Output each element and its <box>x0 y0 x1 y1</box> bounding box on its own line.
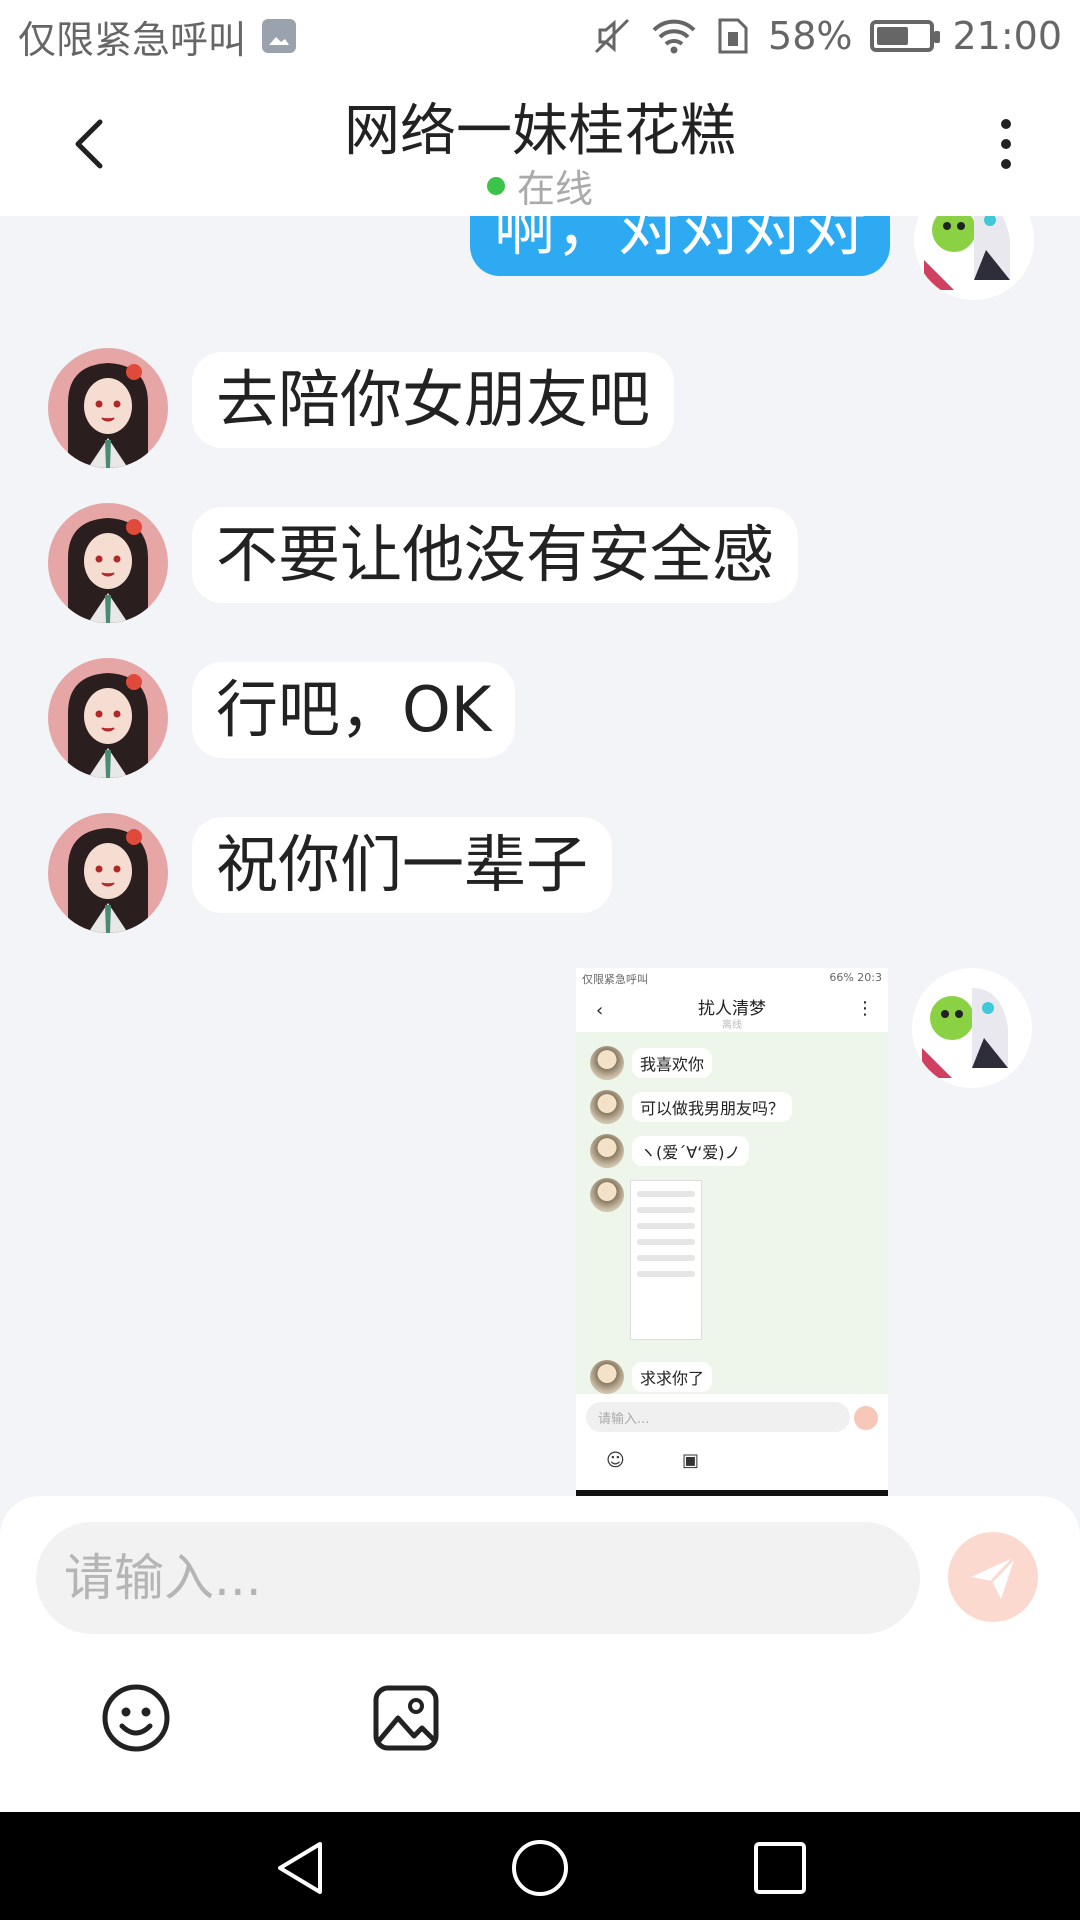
online-dot <box>486 176 505 195</box>
status-bar: 仅限紧急呼叫 58% 21:00 <box>0 0 1080 72</box>
image-notification-icon <box>262 19 297 53</box>
image-avatar <box>590 1178 624 1212</box>
image-bubble-row <box>590 1178 624 1212</box>
image-header: ‹ 扰人清梦 离线 ⋮ <box>576 990 888 1032</box>
page-title: 网络一妹桂花糕 <box>344 99 736 164</box>
emoji-icon <box>102 1684 170 1752</box>
message-list[interactable]: 啊，对对对对 去陪你女朋友吧 不要让他没有安全感 行吧，OK 祝你们一辈子 仅限… <box>0 216 1080 1496</box>
image-bubble: 求求你了 <box>632 1362 713 1392</box>
message-row-incoming: 去陪你女朋友吧 <box>48 348 675 468</box>
input-panel <box>0 1496 1080 1812</box>
more-vertical-icon <box>1001 119 1011 169</box>
sim-icon <box>718 18 748 54</box>
image-status-bar: 仅限紧急呼叫 66% 20:3 <box>576 968 888 990</box>
image-picture-icon: ▣ <box>682 1450 700 1471</box>
message-row-outgoing: 啊，对对对对 <box>470 216 1035 300</box>
image-avatar <box>590 1134 624 1168</box>
message-row-incoming: 行吧，OK <box>48 658 516 778</box>
nav-back-button[interactable] <box>270 1838 330 1898</box>
image-avatar <box>590 1360 624 1394</box>
image-bubble: 可以做我男朋友吗？ <box>632 1092 793 1122</box>
contact-avatar[interactable] <box>48 813 168 933</box>
nav-home-icon <box>512 1840 568 1896</box>
carrier-text: 仅限紧急呼叫 <box>18 17 247 62</box>
image-input-area: 请输入... ☺ ▣ <box>576 1394 888 1490</box>
message-bubble-outgoing[interactable]: 啊，对对对对 <box>470 216 891 276</box>
message-bubble-incoming[interactable]: 行吧，OK <box>192 662 516 758</box>
message-bubble-incoming[interactable]: 去陪你女朋友吧 <box>192 352 675 448</box>
send-button[interactable] <box>948 1532 1038 1622</box>
more-button[interactable] <box>986 114 1026 174</box>
self-avatar[interactable] <box>914 216 1035 300</box>
chat-header: 网络一妹桂花糕 在线 <box>0 72 1080 216</box>
image-avatar <box>590 1046 624 1080</box>
send-icon <box>971 1555 1017 1599</box>
image-nested-screenshot <box>630 1180 702 1340</box>
online-status-text: 在线 <box>516 167 593 211</box>
wifi-icon <box>652 19 696 54</box>
image-icon <box>373 1685 439 1751</box>
emoji-button[interactable] <box>100 1682 172 1754</box>
image-more-icon: ⋮ <box>856 998 874 1019</box>
nav-back-icon <box>278 1842 322 1894</box>
image-bubble-row: 我喜欢你 <box>590 1046 713 1080</box>
message-input[interactable] <box>36 1522 920 1634</box>
image-subtitle: 离线 <box>722 1020 742 1031</box>
image-bubble-row: 求求你了 <box>590 1360 713 1394</box>
nav-home-button[interactable] <box>510 1838 570 1898</box>
image-bubble-row: ヽ(爱´∀‘爱)ノ <box>590 1134 749 1168</box>
nav-recents-icon <box>754 1842 806 1894</box>
contact-avatar[interactable] <box>48 658 168 778</box>
message-bubble-incoming[interactable]: 祝你们一辈子 <box>192 817 613 913</box>
message-bubble-incoming[interactable]: 不要让他没有安全感 <box>192 507 799 603</box>
clock: 21:00 <box>952 14 1062 58</box>
online-status: 在线 <box>0 158 1080 213</box>
mute-icon <box>594 18 630 54</box>
message-row-incoming: 祝你们一辈子 <box>48 813 613 933</box>
system-nav-bar <box>0 1812 1080 1920</box>
image-input: 请输入... <box>586 1402 850 1432</box>
self-avatar[interactable] <box>912 968 1032 1088</box>
message-row-incoming: 不要让他没有安全感 <box>48 503 799 623</box>
image-button[interactable] <box>370 1682 442 1754</box>
image-send-icon <box>854 1406 878 1430</box>
battery-icon <box>870 20 941 52</box>
nav-recents-button[interactable] <box>750 1838 810 1898</box>
image-avatar <box>590 1090 624 1124</box>
image-status-left: 仅限紧急呼叫 <box>582 973 648 986</box>
image-message[interactable]: 仅限紧急呼叫 66% 20:3 ‹ 扰人清梦 离线 ⋮ 我喜欢你 可以做我男朋友… <box>576 968 888 1496</box>
image-bubble-row: 可以做我男朋友吗？ <box>590 1090 793 1124</box>
image-emoji-icon: ☺ <box>606 1450 625 1471</box>
contact-avatar[interactable] <box>48 503 168 623</box>
image-bubble: ヽ(爱´∀‘爱)ノ <box>632 1136 749 1166</box>
battery-percent: 58% <box>768 14 853 58</box>
image-status-right: 66% 20:3 <box>829 971 882 984</box>
contact-avatar[interactable] <box>48 348 168 468</box>
image-bubble: 我喜欢你 <box>632 1048 713 1078</box>
